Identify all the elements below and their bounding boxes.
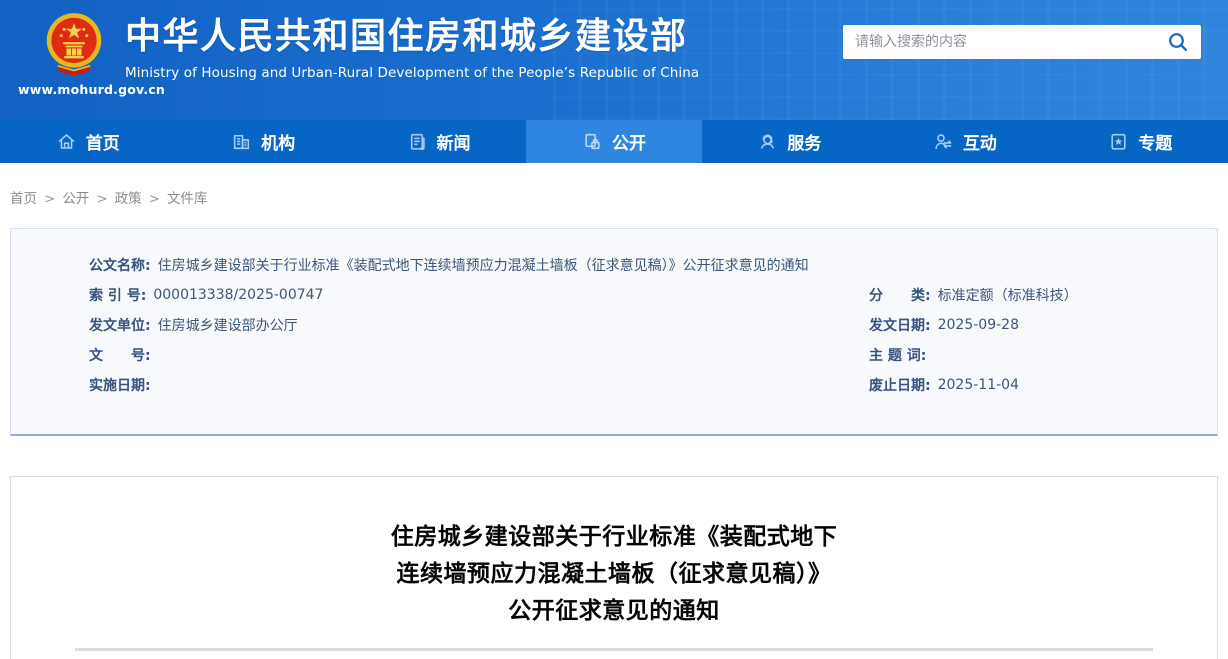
site-title-cn: 中华人民共和国住房和城乡建设部 <box>125 14 699 60</box>
home-icon <box>56 131 77 152</box>
document-meta-panel: 公文名称: 住房城乡建设部关于行业标准《装配式地下连续墙预应力混凝土墙板（征求意… <box>10 228 1218 436</box>
meta-field-category: 分 类: 标准定额（标准科技） <box>869 280 1197 310</box>
meta-label: 文 号: <box>89 345 151 365</box>
interaction-icon <box>933 131 954 152</box>
meta-label: 索 引 号: <box>89 285 146 305</box>
nav-item-disclosure[interactable]: 公开 <box>526 120 701 163</box>
meta-value: 住房城乡建设部关于行业标准《装配式地下连续墙预应力混凝土墙板（征求意见稿）》公开… <box>158 255 809 275</box>
nav-item-organization[interactable]: 机构 <box>175 120 350 163</box>
site-url: www.mohurd.gov.cn <box>18 82 130 97</box>
nav-item-label: 首页 <box>86 129 120 154</box>
search-box <box>843 25 1201 59</box>
meta-label: 发文单位: <box>89 315 151 335</box>
meta-label: 实施日期: <box>89 375 151 395</box>
meta-label: 公文名称: <box>89 255 151 275</box>
nav-item-interaction[interactable]: 互动 <box>877 120 1052 163</box>
meta-field-impl-date: 实施日期: <box>89 370 869 400</box>
nav-item-label: 互动 <box>963 129 997 154</box>
meta-label: 发文日期: <box>869 315 931 335</box>
article-panel: 住房城乡建设部关于行业标准《装配式地下 连续墙预应力混凝土墙板（征求意见稿）》 … <box>10 476 1218 659</box>
article-divider <box>75 648 1153 651</box>
meta-field-repeal-date: 废止日期: 2025-11-04 <box>869 370 1197 400</box>
meta-field-issuing-unit: 发文单位: 住房城乡建设部办公厅 <box>89 310 869 340</box>
site-title-block: 中华人民共和国住房和城乡建设部 Ministry of Housing and … <box>125 14 699 81</box>
meta-field-issue-date: 发文日期: 2025-09-28 <box>869 310 1197 340</box>
breadcrumb-separator: > <box>96 191 107 207</box>
nav-item-label: 新闻 <box>437 129 471 154</box>
nav-item-label: 服务 <box>787 129 821 154</box>
breadcrumb-item-home[interactable]: 首页 <box>10 191 37 207</box>
meta-label: 分 类: <box>869 285 931 305</box>
article-title: 住房城乡建设部关于行业标准《装配式地下 连续墙预应力混凝土墙板（征求意见稿）》 … <box>11 519 1217 630</box>
breadcrumb-item-document-library[interactable]: 文件库 <box>167 191 208 207</box>
meta-value: 000013338/2025-00747 <box>153 287 323 303</box>
nav-item-service[interactable]: 服务 <box>702 120 877 163</box>
meta-field-doc-no: 文 号: <box>89 340 869 370</box>
nav-item-label: 机构 <box>261 129 295 154</box>
search-icon <box>1167 31 1189 53</box>
search-button[interactable] <box>1167 31 1189 53</box>
topics-icon <box>1108 131 1129 152</box>
meta-field-doc-name: 公文名称: 住房城乡建设部关于行业标准《装配式地下连续墙预应力混凝土墙板（征求意… <box>89 250 1197 280</box>
meta-value: 住房城乡建设部办公厅 <box>158 315 298 335</box>
breadcrumb-item-policy[interactable]: 政策 <box>115 191 142 207</box>
nav-item-label: 专题 <box>1138 129 1172 154</box>
search-input[interactable] <box>855 34 1167 50</box>
breadcrumb-separator: > <box>44 191 55 207</box>
news-icon <box>407 131 428 152</box>
breadcrumb-separator: > <box>149 191 160 207</box>
meta-label: 废止日期: <box>869 375 931 395</box>
meta-label: 主 题 词: <box>869 345 926 365</box>
nav-item-home[interactable]: 首页 <box>0 120 175 163</box>
national-emblem-icon <box>45 10 103 80</box>
disclosure-icon <box>582 131 603 152</box>
meta-field-index-no: 索 引 号: 000013338/2025-00747 <box>89 280 869 310</box>
site-logo[interactable]: www.mohurd.gov.cn <box>18 6 130 97</box>
meta-field-subject-words: 主 题 词: <box>869 340 1197 370</box>
site-title-en: Ministry of Housing and Urban-Rural Deve… <box>125 65 699 81</box>
nav-item-label: 公开 <box>612 129 646 154</box>
service-icon <box>757 131 778 152</box>
meta-value: 2025-11-04 <box>938 377 1019 393</box>
meta-value: 标准定额（标准科技） <box>938 285 1078 305</box>
organization-icon <box>231 131 252 152</box>
breadcrumb-item-disclosure[interactable]: 公开 <box>62 191 89 207</box>
nav-item-news[interactable]: 新闻 <box>351 120 526 163</box>
main-nav: 首页 机构 新闻 公开 服务 <box>0 120 1228 163</box>
breadcrumb: 首页>公开>政策>文件库 <box>0 163 1228 203</box>
nav-item-topics[interactable]: 专题 <box>1053 120 1228 163</box>
site-header: www.mohurd.gov.cn 中华人民共和国住房和城乡建设部 Minist… <box>0 0 1228 120</box>
meta-value: 2025-09-28 <box>938 317 1019 333</box>
